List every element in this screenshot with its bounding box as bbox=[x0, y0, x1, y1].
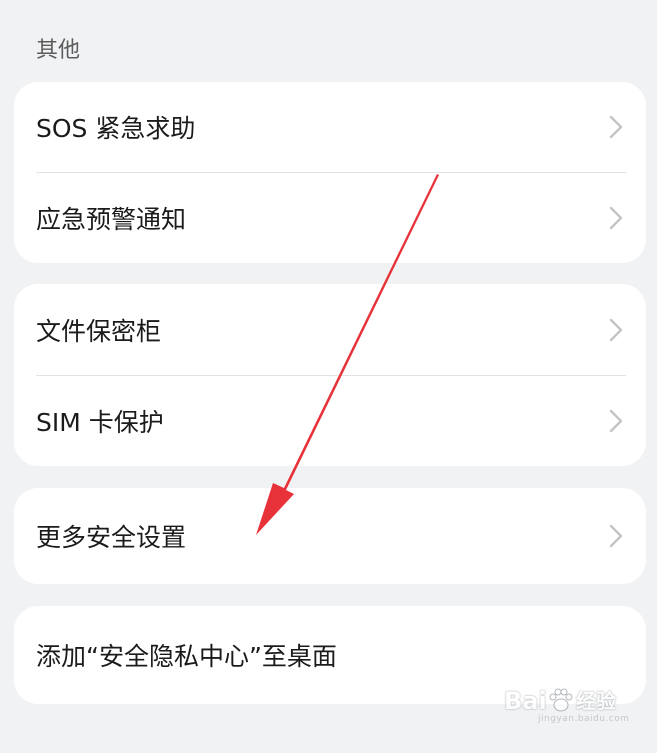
watermark-brand-right: 经验 bbox=[576, 689, 616, 713]
settings-item-label: 更多安全设置 bbox=[36, 523, 187, 552]
settings-item-sos[interactable]: SOS 紧急求助 bbox=[14, 82, 646, 172]
settings-item-emergency-alerts[interactable]: 应急预警通知 bbox=[14, 173, 646, 263]
chevron-right-icon bbox=[609, 318, 623, 341]
chevron-right-icon bbox=[609, 115, 623, 139]
settings-group-protection: 文件保密柜 SIM 卡保护 bbox=[14, 284, 646, 466]
paw-icon bbox=[549, 688, 573, 712]
baidu-jingyan-watermark: Bai 经验 jingyan.baidu.com bbox=[504, 686, 629, 726]
watermark-brand-left: Bai bbox=[504, 687, 547, 715]
settings-item-more-security[interactable]: 更多安全设置 bbox=[14, 488, 646, 584]
settings-item-sim-protection[interactable]: SIM 卡保护 bbox=[14, 376, 646, 466]
settings-item-label: 文件保密柜 bbox=[36, 316, 162, 346]
settings-item-label: 添加“安全隐私中心”至桌面 bbox=[36, 642, 337, 671]
watermark-url: jingyan.baidu.com bbox=[538, 714, 630, 724]
section-title: 其他 bbox=[36, 38, 81, 63]
settings-item-label: 应急预警通知 bbox=[36, 205, 187, 234]
settings-group-more: 更多安全设置 bbox=[14, 488, 646, 584]
chevron-right-icon bbox=[609, 524, 623, 548]
settings-group-emergency: SOS 紧急求助 应急预警通知 bbox=[14, 82, 646, 263]
chevron-right-icon bbox=[609, 206, 623, 230]
settings-item-file-safe[interactable]: 文件保密柜 bbox=[14, 284, 646, 375]
chevron-right-icon bbox=[609, 409, 623, 433]
settings-item-label: SOS 紧急求助 bbox=[36, 114, 196, 143]
settings-item-label: SIM 卡保护 bbox=[36, 408, 164, 437]
